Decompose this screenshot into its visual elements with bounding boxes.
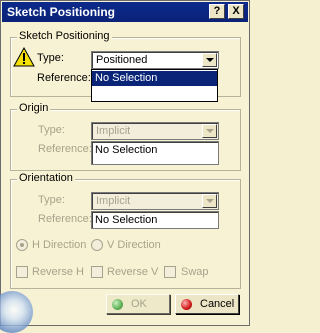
origin-reference-field[interactable]: No Selection — [91, 141, 219, 165]
orientation-type-value: Implicit — [96, 195, 131, 207]
origin-type-label: Type: — [38, 124, 65, 136]
swap-checkbox[interactable] — [164, 266, 176, 278]
chevron-down-icon[interactable] — [202, 53, 217, 67]
reverse-v-checkbox[interactable] — [91, 266, 103, 278]
help-button[interactable]: ? — [209, 4, 225, 19]
sketch-positioning-legend: Sketch Positioning — [17, 30, 112, 42]
sketch-type-select[interactable]: Positioned — [91, 51, 219, 69]
sketch-positioning-dialog: Sketch Positioning ? X Sketch Positionin… — [0, 0, 250, 333]
sketch-type-value: Positioned — [96, 54, 148, 66]
orientation-legend: Orientation — [17, 172, 75, 184]
cancel-label: Cancel — [200, 298, 235, 310]
orientation-type-label: Type: — [38, 194, 65, 206]
reverse-v-label: Reverse V — [107, 266, 159, 278]
warning-icon — [13, 47, 35, 67]
chevron-down-icon[interactable] — [202, 124, 217, 138]
origin-reference-label: Reference: — [38, 143, 92, 155]
cancel-button[interactable]: Cancel — [175, 294, 239, 314]
ok-icon — [112, 299, 123, 310]
orientation-reference-label: Reference: — [38, 213, 92, 225]
h-direction-label: H Direction — [32, 239, 87, 251]
v-direction-radio[interactable] — [91, 239, 103, 251]
origin-legend: Origin — [17, 102, 51, 114]
ok-label: OK — [131, 298, 147, 310]
origin-type-value: Implicit — [96, 125, 131, 137]
ok-button[interactable]: OK — [106, 294, 170, 314]
dropdown-item-no-selection[interactable]: No Selection — [92, 71, 217, 86]
reverse-h-checkbox[interactable] — [16, 266, 28, 278]
window-title: Sketch Positioning — [7, 5, 116, 19]
chevron-down-icon[interactable] — [202, 194, 217, 208]
swap-label: Swap — [181, 266, 209, 278]
title-bar[interactable]: Sketch Positioning ? X — [2, 2, 248, 22]
reverse-h-label: Reverse H — [32, 266, 84, 278]
h-direction-radio[interactable] — [16, 239, 28, 251]
close-button[interactable]: X — [228, 4, 244, 19]
v-direction-label: V Direction — [107, 239, 161, 251]
sketch-reference-label: Reference: — [37, 72, 91, 84]
cancel-icon — [181, 299, 192, 310]
orientation-type-select[interactable]: Implicit — [91, 192, 219, 210]
reference-dropdown-list[interactable]: No Selection — [91, 69, 218, 102]
globe-icon — [0, 291, 33, 333]
sketch-type-label: Type: — [37, 52, 64, 64]
orientation-reference-field[interactable]: No Selection — [91, 211, 219, 229]
origin-type-select[interactable]: Implicit — [91, 122, 219, 140]
